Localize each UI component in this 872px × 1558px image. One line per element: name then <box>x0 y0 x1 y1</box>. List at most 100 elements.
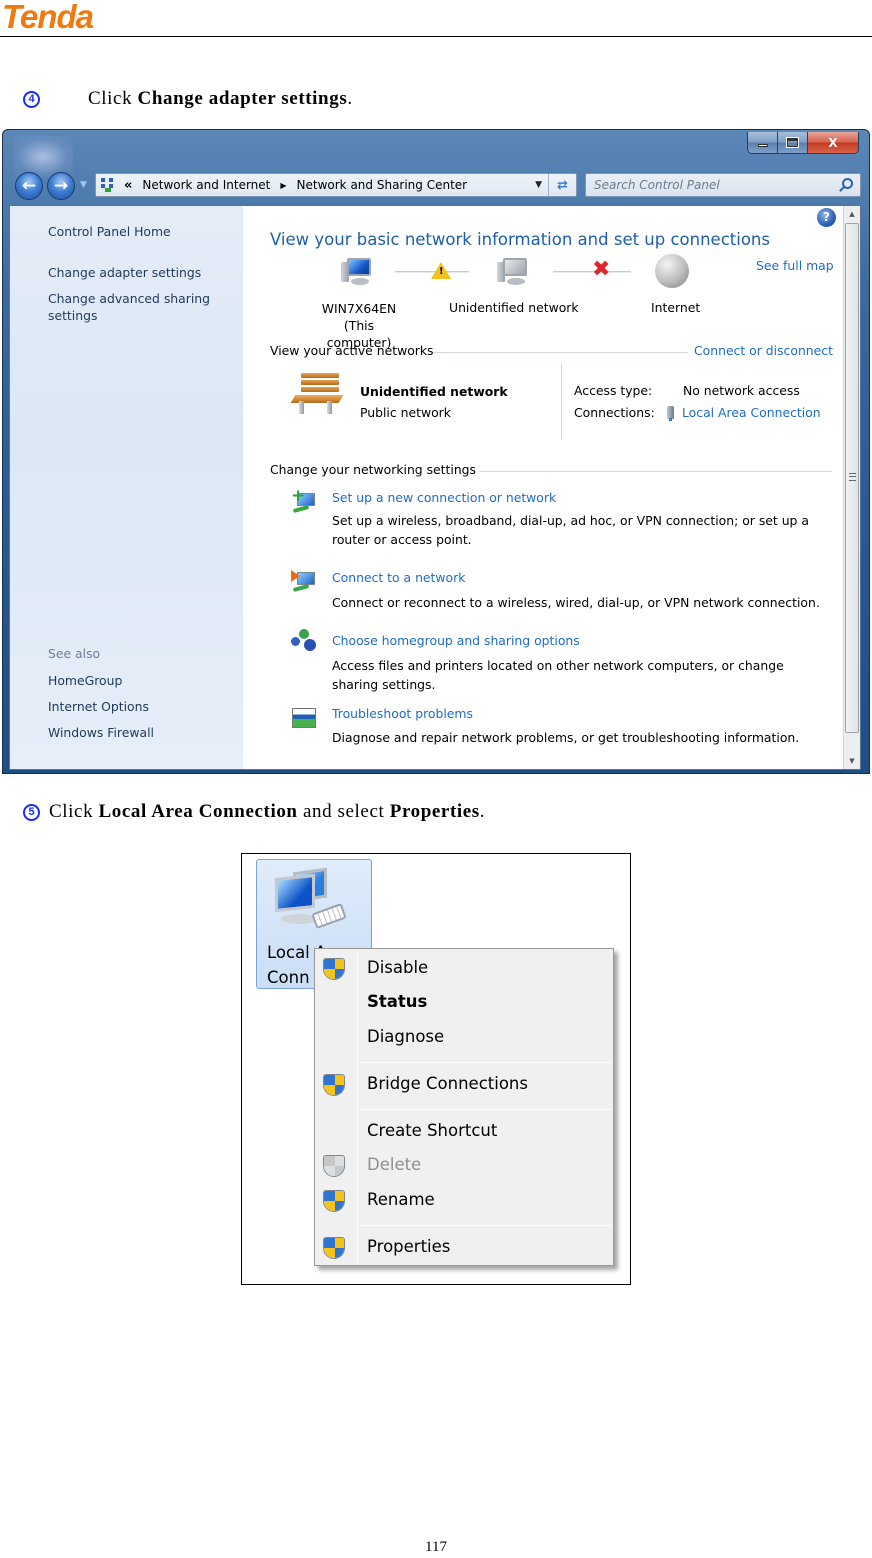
task-link-setup-new-connection[interactable]: Set up a new connection or network <box>332 490 556 505</box>
step-bold-text: Local Area Connection <box>98 801 298 822</box>
maximize-icon <box>786 137 799 148</box>
connect-or-disconnect-link[interactable]: Connect or disconnect <box>694 343 833 358</box>
page-number: 117 <box>425 1539 447 1555</box>
task-link-homegroup-sharing[interactable]: Choose homegroup and sharing options <box>332 633 580 648</box>
menu-separator <box>361 1062 611 1063</box>
menu-item-status[interactable]: Status <box>315 987 613 1017</box>
step-bold-text: Change adapter settings <box>137 88 348 109</box>
breadcrumb-network-sharing-center[interactable]: Network and Sharing Center <box>297 178 468 192</box>
active-network-type[interactable]: Public network <box>360 405 451 420</box>
grip-icon <box>849 473 856 481</box>
address-overflow-chevron[interactable]: « <box>124 178 132 193</box>
menu-item-create-shortcut[interactable]: Create Shortcut <box>315 1116 613 1146</box>
menu-item-label: Properties <box>367 1237 451 1256</box>
this-computer-icon <box>341 258 373 288</box>
step-number-badge: 4 <box>23 91 40 108</box>
search-icon[interactable] <box>842 178 853 189</box>
network-map-label: Unidentified network <box>449 300 579 315</box>
step-5-instruction: 5 Click Local Area Connection and select … <box>23 801 485 823</box>
access-type-label: Access type: <box>574 383 653 398</box>
uac-shield-icon <box>323 1074 345 1096</box>
step-number-badge: 5 <box>23 804 40 821</box>
network-adapter-icon <box>275 867 347 934</box>
menu-item-delete: Delete <box>315 1150 613 1180</box>
see-full-map-link[interactable]: See full map <box>756 258 834 273</box>
minimize-icon <box>757 144 768 147</box>
forward-button[interactable]: → <box>47 172 75 200</box>
search-input[interactable] <box>586 178 826 192</box>
connect-network-icon <box>291 570 317 594</box>
step-text: Click <box>88 88 138 109</box>
new-connection-icon: + <box>291 488 317 515</box>
warning-icon: ! <box>431 262 451 279</box>
refresh-icon: ⇄ <box>557 177 568 193</box>
minimize-button[interactable] <box>748 132 778 153</box>
step-text: . <box>347 88 353 109</box>
menu-item-properties[interactable]: Properties <box>315 1232 613 1262</box>
internet-globe-icon <box>655 254 689 288</box>
menu-item-diagnose[interactable]: Diagnose <box>315 1022 613 1052</box>
help-icon[interactable]: ? <box>817 208 836 227</box>
maximize-button[interactable] <box>778 132 808 153</box>
sidebar-link-change-adapter-settings[interactable]: Change adapter settings <box>48 264 201 281</box>
menu-item-label: Create Shortcut <box>367 1121 498 1140</box>
menu-separator <box>361 1225 611 1226</box>
step-text: and select <box>297 801 390 822</box>
sidebar-link-internet-options[interactable]: Internet Options <box>48 698 149 715</box>
sidebar-link-homegroup[interactable]: HomeGroup <box>48 672 122 689</box>
vertical-scrollbar[interactable]: ▲ ▼ <box>843 206 860 769</box>
homegroup-icon <box>291 629 319 653</box>
arrow-right-icon: → <box>53 176 69 196</box>
menu-item-label: Disable <box>367 958 429 977</box>
uac-shield-icon <box>323 1237 345 1259</box>
menu-item-label: Status <box>367 992 428 1011</box>
sidebar-link-change-advanced-sharing[interactable]: Change advanced sharing settings <box>48 290 218 324</box>
step-text: . <box>479 801 486 822</box>
active-network-name: Unidentified network <box>360 384 508 399</box>
local-area-connection-link[interactable]: Local Area Connection <box>682 405 821 420</box>
task-desc-homegroup-sharing: Access files and printers located on oth… <box>332 658 784 692</box>
network-sharing-center-window: X ← → ▼ « Network and Internet ▶ Network… <box>2 129 870 774</box>
scroll-up-arrow-icon[interactable]: ▲ <box>844 206 860 222</box>
close-button[interactable]: X <box>808 132 858 153</box>
active-networks-heading: View your active networks <box>270 343 434 358</box>
breadcrumb-separator-icon[interactable]: ▶ <box>280 181 286 190</box>
see-also-heading: See also <box>48 646 101 661</box>
address-bar[interactable]: « Network and Internet ▶ Network and Sha… <box>95 173 577 197</box>
step-bold-text: Properties <box>389 801 480 822</box>
close-icon: X <box>828 135 838 150</box>
unidentified-network-icon <box>497 258 529 288</box>
access-type-value: No network access <box>683 383 800 398</box>
main-pane: View your basic network information and … <box>243 206 845 769</box>
local-area-connection-link-wrapper: Local Area Connection <box>667 405 821 421</box>
disconnected-x-icon: ✖ <box>592 257 611 282</box>
task-link-troubleshoot[interactable]: Troubleshoot problems <box>332 706 473 721</box>
address-dropdown-icon[interactable]: ▼ <box>535 180 542 190</box>
window-content: Control Panel Home Change adapter settin… <box>9 205 861 770</box>
ethernet-plug-icon <box>667 406 674 421</box>
menu-item-label: Rename <box>367 1190 435 1209</box>
menu-item-disable[interactable]: Disable <box>315 953 613 983</box>
sidebar: Control Panel Home Change adapter settin… <box>10 206 243 769</box>
step-4-instruction: 4 Click Change adapter settings. <box>23 88 353 110</box>
menu-item-bridge-connections[interactable]: Bridge Connections <box>315 1069 613 1099</box>
sidebar-link-windows-firewall[interactable]: Windows Firewall <box>48 724 154 741</box>
arrow-left-icon: ← <box>21 176 37 196</box>
task-desc-setup-new-connection: Set up a wireless, broadband, dial-up, a… <box>332 513 809 547</box>
scroll-down-arrow-icon[interactable]: ▼ <box>844 753 860 769</box>
back-button[interactable]: ← <box>15 172 43 200</box>
scroll-thumb[interactable] <box>845 223 859 733</box>
window-controls: X <box>747 132 859 154</box>
uac-shield-disabled-icon <box>323 1155 345 1177</box>
task-desc-connect-to-network: Connect or reconnect to a wireless, wire… <box>332 595 820 610</box>
breadcrumb-network-and-internet[interactable]: Network and Internet <box>142 178 270 192</box>
refresh-button[interactable]: ⇄ <box>548 174 576 196</box>
network-center-icon <box>100 177 118 193</box>
step-text: Click <box>49 801 99 822</box>
section-divider <box>479 471 832 472</box>
recent-pages-dropdown[interactable]: ▼ <box>80 180 87 190</box>
sidebar-link-control-panel-home[interactable]: Control Panel Home <box>48 223 171 240</box>
tenda-logo: Tenda <box>2 0 94 35</box>
task-link-connect-to-network[interactable]: Connect to a network <box>332 570 465 585</box>
menu-item-rename[interactable]: Rename <box>315 1185 613 1215</box>
